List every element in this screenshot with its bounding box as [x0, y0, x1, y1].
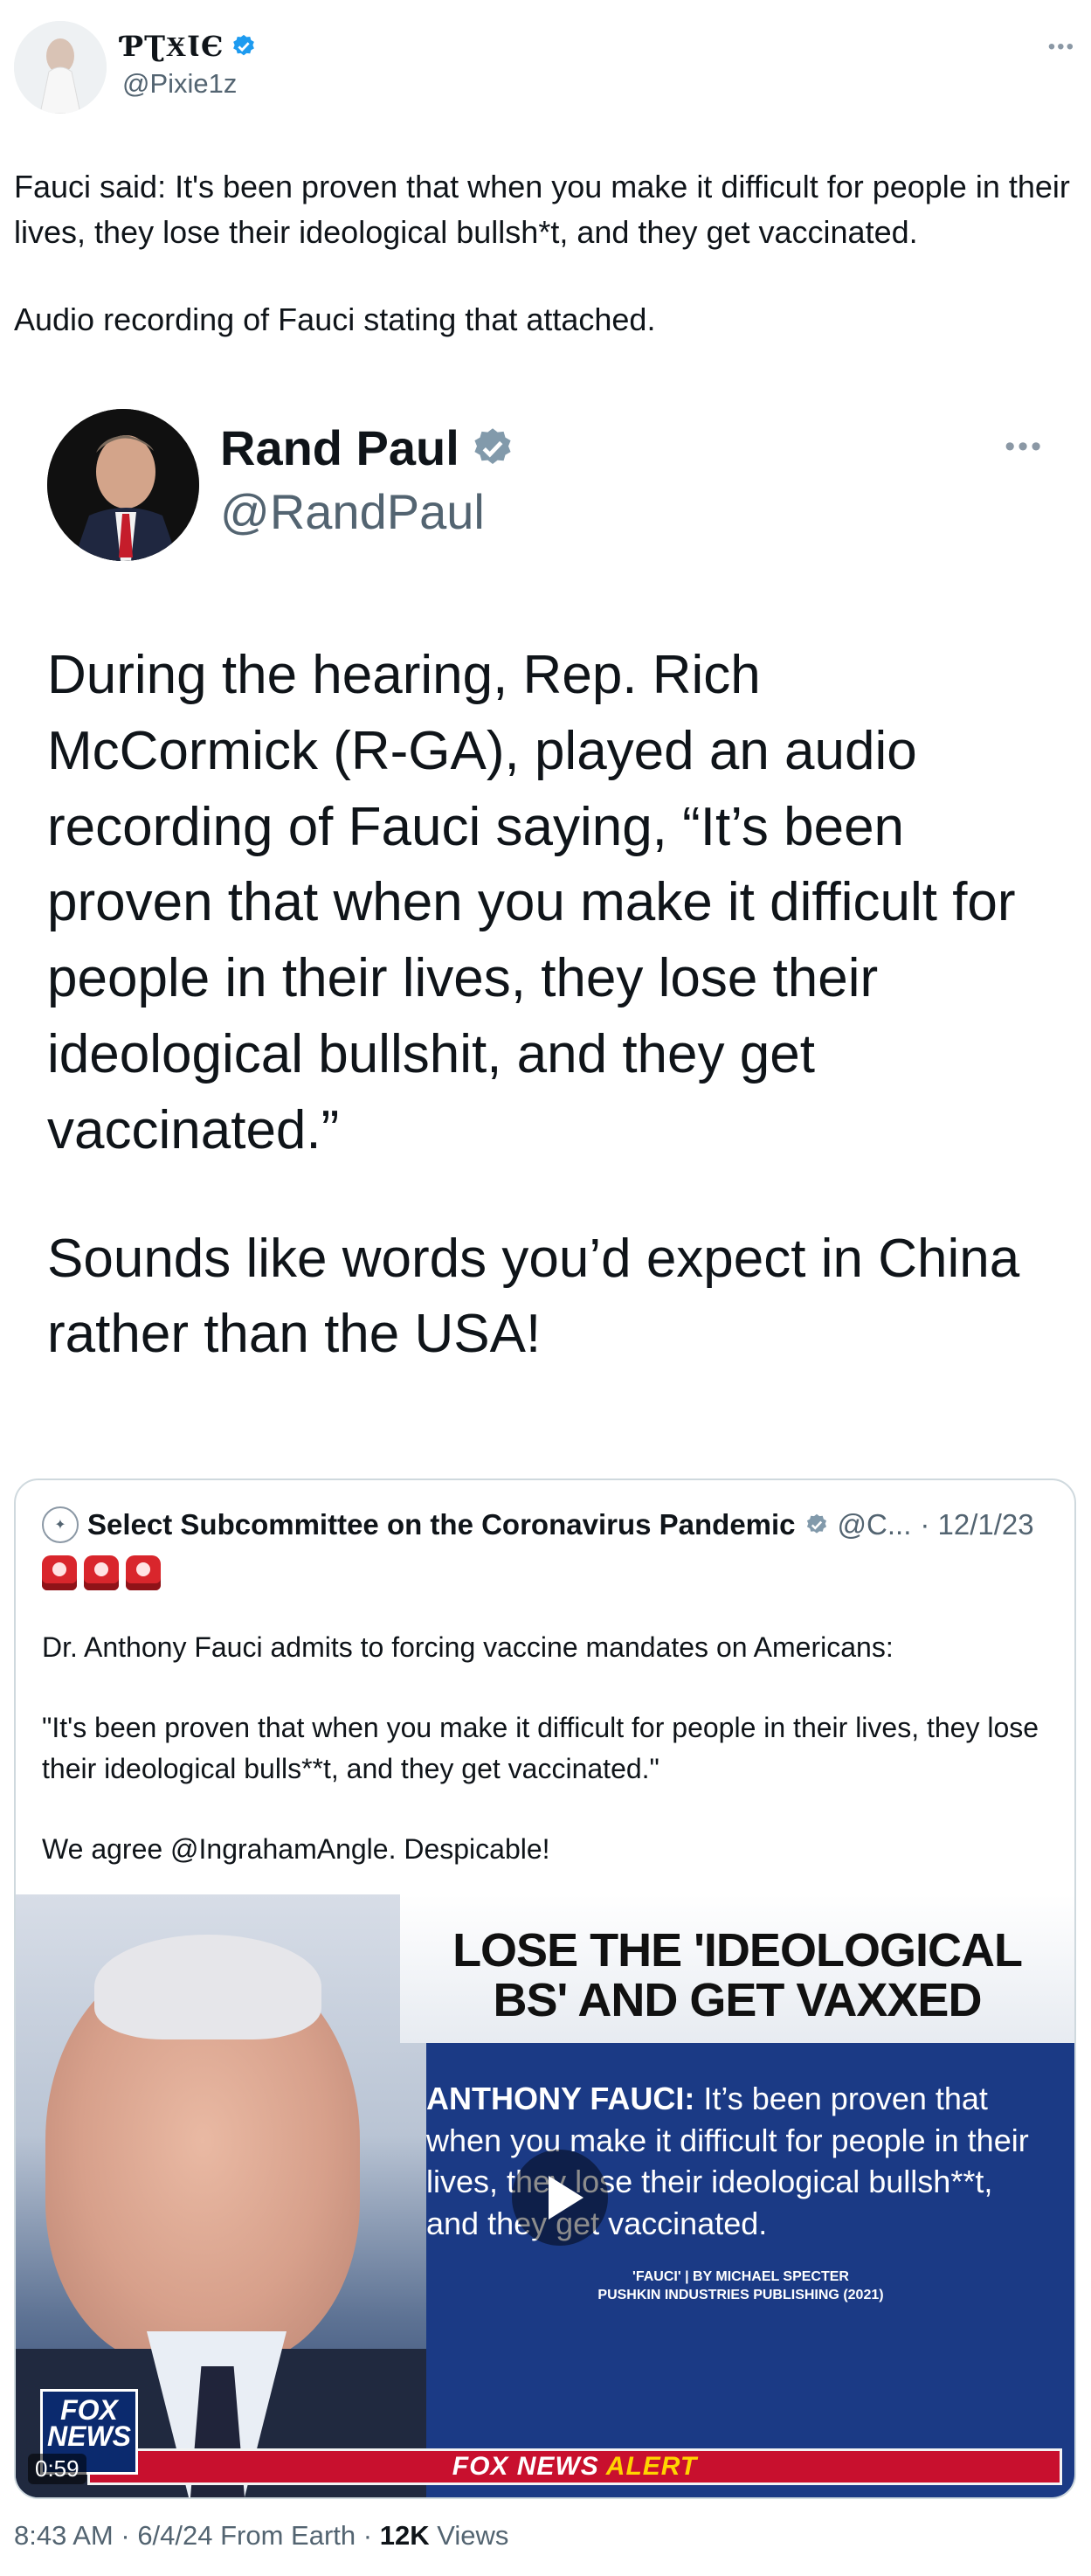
credit-line: PUSHKIN INDUSTRIES PUBLISHING (2021)	[597, 2287, 884, 2302]
alert-network: FOX NEWS	[452, 2452, 599, 2481]
author-name-row[interactable]: ƤƮӾƖЄ	[122, 30, 257, 63]
siren-icon	[42, 1555, 77, 1590]
quoted-display-name: Select Subcommittee on the Coronavirus P…	[87, 1508, 796, 1541]
siren-icon	[84, 1555, 119, 1590]
siren-icon	[126, 1555, 161, 1590]
embedded-paragraph: During the hearing, Rep. Rich McCormick …	[47, 645, 1016, 1160]
separator: ·	[113, 2520, 138, 2551]
headline-line: BS' AND GET VAXXED	[493, 1973, 983, 2026]
views-count[interactable]: 12K	[380, 2520, 430, 2551]
video-duration: 0:59	[28, 2454, 86, 2484]
quoted-body: Dr. Anthony Fauci admits to forcing vacc…	[42, 1627, 1046, 1870]
embedded-tweet-body: During the hearing, Rep. Rich McCormick …	[47, 638, 1043, 1373]
tweet-date[interactable]: 6/4/24 From Earth	[137, 2520, 356, 2551]
quote-speaker: ANTHONY FAUCI:	[426, 2081, 695, 2116]
verified-badge-icon	[806, 1513, 826, 1534]
embedded-display-name: Rand Paul	[220, 420, 459, 475]
views-label: Views	[429, 2520, 509, 2551]
embedded-user-info: Rand Paul @RandPaul	[220, 419, 515, 540]
author-handle[interactable]: @Pixie1z	[122, 68, 257, 100]
headline-line: LOSE THE 'IDEOLOGICAL	[452, 1924, 1023, 1977]
separator: ·	[356, 2520, 380, 2551]
author-avatar[interactable]	[14, 21, 107, 114]
quoted-paragraph: We agree @IngrahamAngle. Despicable!	[42, 1833, 550, 1866]
alert-word: ALERT	[605, 2452, 698, 2481]
committee-logo-icon: ✦	[42, 1506, 79, 1543]
author-display-name[interactable]: ƤƮӾƖЄ	[122, 30, 224, 63]
tweet-paragraph: Fauci said: It's been proven that when y…	[14, 169, 1070, 251]
embedded-avatar	[47, 409, 199, 561]
more-options-icon[interactable]: •••	[1048, 35, 1075, 59]
tweet-paragraph: Audio recording of Fauci stating that at…	[14, 301, 656, 338]
author-info: ƤƮӾƖЄ @Pixie1z	[122, 30, 257, 100]
fox-news-alert-bar: FOX NEWS ALERT	[87, 2448, 1062, 2485]
quoted-handle: @C...	[837, 1508, 912, 1541]
logo-line: FOX	[60, 2394, 118, 2426]
verified-badge-icon	[474, 427, 511, 464]
video-player[interactable]: LOSE THE 'IDEOLOGICAL BS' AND GET VAXXED…	[16, 1894, 1074, 2497]
logo-line: NEWS	[47, 2420, 131, 2453]
verified-badge-icon	[233, 34, 255, 56]
quoted-tweet-card[interactable]: ✦ Select Subcommittee on the Coronavirus…	[14, 1478, 1076, 2499]
tweet-time[interactable]: 8:43 AM	[14, 2520, 114, 2551]
tweet-footer: 8:43 AM · 6/4/24 From Earth · 12K Views	[14, 2520, 508, 2552]
embedded-paragraph: Sounds like words you’d expect in China …	[47, 1228, 1020, 1365]
quoted-header: ✦ Select Subcommittee on the Coronavirus…	[42, 1506, 1034, 1543]
credit-line: 'FAUCI' | BY MICHAEL SPECTER	[632, 2269, 849, 2284]
video-headline-banner: LOSE THE 'IDEOLOGICAL BS' AND GET VAXXED	[400, 1894, 1074, 2043]
tweet-body: Fauci said: It's been proven that when y…	[14, 164, 1071, 343]
quoted-paragraph: "It's been proven that when you make it …	[42, 1712, 1039, 1784]
embedded-handle: @RandPaul	[220, 484, 485, 539]
embedded-more-icon: •••	[1005, 430, 1044, 463]
siren-emojis	[42, 1555, 161, 1590]
quoted-date: · 12/1/23	[920, 1508, 1034, 1541]
play-button-icon[interactable]	[512, 2150, 608, 2246]
video-credit: 'FAUCI' | BY MICHAEL SPECTER PUSHKIN IND…	[514, 2268, 968, 2305]
quoted-paragraph: Dr. Anthony Fauci admits to forcing vacc…	[42, 1631, 894, 1663]
